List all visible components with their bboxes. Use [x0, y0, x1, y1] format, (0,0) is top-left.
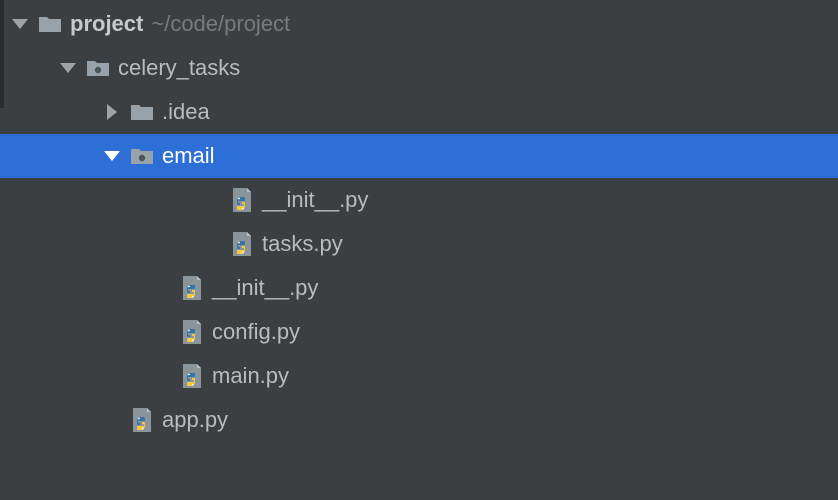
python-file-icon [178, 364, 206, 388]
tree-item-path: ~/code/project [151, 11, 290, 37]
project-tree: project ~/code/project celery_tasks .ide… [0, 0, 838, 442]
tree-item-label: app.py [162, 407, 228, 433]
tree-row-email-tasks[interactable]: tasks.py [0, 222, 838, 266]
tree-item-label: tasks.py [262, 231, 343, 257]
expand-arrow-icon[interactable] [100, 104, 124, 120]
package-icon [84, 56, 112, 80]
expand-arrow-icon[interactable] [56, 63, 80, 73]
tree-row-email[interactable]: email [0, 134, 838, 178]
tree-item-label: main.py [212, 363, 289, 389]
tree-item-label: celery_tasks [118, 55, 240, 81]
python-file-icon [178, 276, 206, 300]
tree-item-label: __init__.py [212, 275, 318, 301]
tree-row-app-py[interactable]: app.py [0, 398, 838, 442]
python-file-icon [178, 320, 206, 344]
folder-icon [36, 12, 64, 36]
tree-item-label: __init__.py [262, 187, 368, 213]
tree-row-email-init[interactable]: __init__.py [0, 178, 838, 222]
expand-arrow-icon[interactable] [8, 19, 32, 29]
folder-icon [128, 100, 156, 124]
tree-row-ct-main[interactable]: main.py [0, 354, 838, 398]
tree-row-idea[interactable]: .idea [0, 90, 838, 134]
tree-item-label: email [162, 143, 215, 169]
python-file-icon [128, 408, 156, 432]
package-icon [128, 144, 156, 168]
tree-item-label: config.py [212, 319, 300, 345]
python-file-icon [228, 232, 256, 256]
tree-item-label: .idea [162, 99, 210, 125]
tree-item-label: project [70, 11, 143, 37]
tree-row-ct-init[interactable]: __init__.py [0, 266, 838, 310]
tree-row-ct-config[interactable]: config.py [0, 310, 838, 354]
tree-row-celery-tasks[interactable]: celery_tasks [0, 46, 838, 90]
python-file-icon [228, 188, 256, 212]
expand-arrow-icon[interactable] [100, 151, 124, 161]
tree-row-project[interactable]: project ~/code/project [0, 2, 838, 46]
gutter [0, 0, 4, 108]
